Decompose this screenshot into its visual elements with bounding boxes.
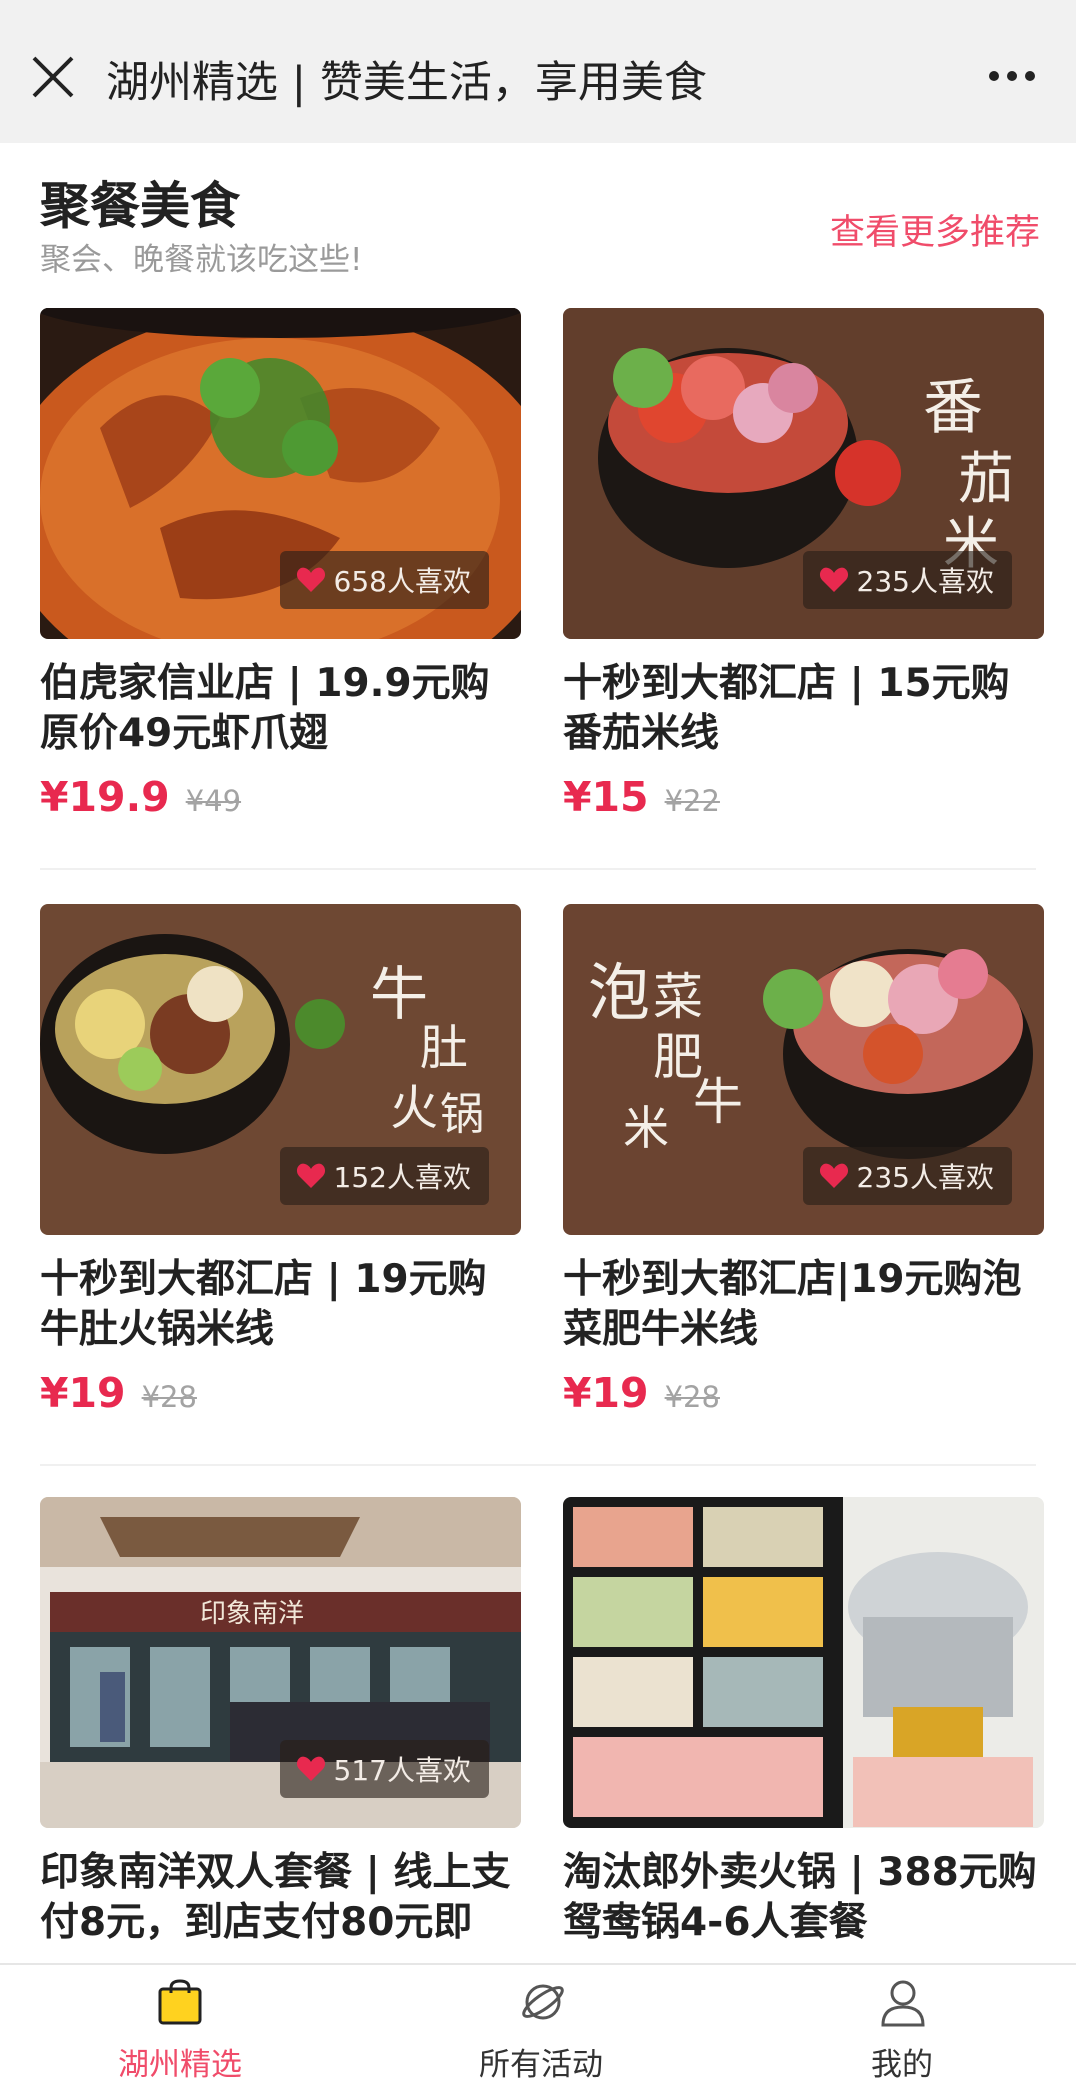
deal-image-tripe-noodle[interactable]: 牛 肚 火 锅 152人喜欢 bbox=[40, 904, 521, 1235]
deal-price: ¥19 bbox=[40, 1369, 126, 1417]
top-nav-bar: 湖州精选 | 赞美生活，享用美食 bbox=[0, 0, 1076, 143]
planet-icon bbox=[522, 1984, 564, 2020]
likes-count: 235人喜欢 bbox=[856, 565, 994, 598]
row-divider bbox=[40, 868, 1036, 870]
user-icon bbox=[881, 1980, 925, 2027]
likes-badge: 235人喜欢 bbox=[802, 551, 1012, 609]
bottom-tab-bar: 湖州精选 所有活动 我的 bbox=[0, 1963, 1076, 2089]
row-divider bbox=[40, 1464, 1036, 1466]
deal-card[interactable]: 番 茄 米 235人喜欢 十秒到大都汇店 | 15元购番茄米线 ¥15 ¥22 bbox=[563, 308, 1044, 821]
svg-text:锅: 锅 bbox=[440, 1089, 484, 1140]
deal-card[interactable]: 泡 菜 肥 米 牛 235人喜欢 十秒到大都汇店|19元购泡菜肥牛米线 ¥19 … bbox=[563, 904, 1044, 1417]
deal-title[interactable]: 淘汰郎外卖火锅 | 388元购鸳鸯锅4-6人套餐 bbox=[563, 1848, 1044, 1948]
original-price: ¥22 bbox=[664, 784, 720, 818]
svg-text:牛: 牛 bbox=[370, 960, 428, 1028]
likes-badge: 235人喜欢 bbox=[802, 1147, 1012, 1205]
likes-badge: 658人喜欢 bbox=[279, 551, 489, 609]
likes-badge: 152人喜欢 bbox=[279, 1147, 489, 1205]
deal-title[interactable]: 十秒到大都汇店 | 15元购番茄米线 bbox=[563, 659, 1044, 759]
deal-card[interactable]: 淘汰郎外卖火锅 | 388元购鸳鸯锅4-6人套餐 bbox=[563, 1497, 1044, 1948]
deal-image-braised-wings[interactable]: 658人喜欢 bbox=[40, 308, 521, 639]
close-icon[interactable] bbox=[28, 52, 78, 102]
svg-text:茄: 茄 bbox=[958, 447, 1014, 512]
deal-card[interactable]: 印象南洋 517人喜欢 印象南洋双人套餐 | 线上支付8元，到店支付80元即可.… bbox=[40, 1497, 521, 1948]
heart-icon bbox=[819, 1163, 848, 1188]
svg-text:肚: 肚 bbox=[420, 1020, 468, 1076]
likes-count: 658人喜欢 bbox=[333, 565, 471, 598]
deal-price: ¥19 bbox=[563, 1369, 649, 1417]
deal-card[interactable]: 658人喜欢 伯虎家信业店 | 19.9元购原价49元虾爪翅 ¥19.9 ¥49 bbox=[40, 308, 521, 821]
original-price: ¥28 bbox=[664, 1380, 720, 1414]
svg-text:菜: 菜 bbox=[653, 968, 703, 1026]
tab-all-activities[interactable]: 所有活动 bbox=[441, 1965, 641, 2089]
svg-text:牛: 牛 bbox=[693, 1073, 743, 1131]
deal-image-kimchi-beef-noodle[interactable]: 泡 菜 肥 米 牛 235人喜欢 bbox=[563, 904, 1044, 1235]
original-price: ¥49 bbox=[185, 784, 242, 818]
svg-text:印象南洋: 印象南洋 bbox=[200, 1599, 304, 1629]
deal-price: ¥19.9 bbox=[40, 773, 170, 821]
tab-label: 所有活动 bbox=[479, 2047, 603, 2083]
deal-image-restaurant-front[interactable]: 印象南洋 517人喜欢 bbox=[40, 1497, 521, 1828]
likes-count: 235人喜欢 bbox=[856, 1161, 994, 1194]
deal-image-tomato-noodle[interactable]: 番 茄 米 235人喜欢 bbox=[563, 308, 1044, 639]
heart-icon bbox=[296, 1163, 325, 1188]
deal-title[interactable]: 伯虎家信业店 | 19.9元购原价49元虾爪翅 bbox=[40, 659, 521, 759]
deal-title[interactable]: 十秒到大都汇店|19元购泡菜肥牛米线 bbox=[563, 1255, 1044, 1355]
view-more-link[interactable]: 查看更多推荐 bbox=[830, 204, 1040, 255]
svg-text:米: 米 bbox=[623, 1101, 669, 1155]
section-subtitle: 聚会、晚餐就该吃这些! bbox=[40, 242, 363, 278]
tab-label: 我的 bbox=[871, 2047, 933, 2083]
more-dots-icon[interactable] bbox=[986, 58, 1038, 94]
deal-title[interactable]: 十秒到大都汇店 | 19元购牛肚火锅米线 bbox=[40, 1255, 521, 1355]
deal-title[interactable]: 印象南洋双人套餐 | 线上支付8元，到店支付80元即可.. bbox=[40, 1848, 521, 1948]
svg-text:泡: 泡 bbox=[588, 956, 650, 1029]
heart-icon bbox=[296, 1756, 325, 1781]
tab-huzhou-picks[interactable]: 湖州精选 bbox=[80, 1965, 280, 2089]
deal-image-hotpot-set[interactable] bbox=[563, 1497, 1044, 1828]
likes-badge: 517人喜欢 bbox=[279, 1740, 489, 1798]
page-title: 湖州精选 | 赞美生活，享用美食 bbox=[106, 58, 707, 108]
likes-count: 517人喜欢 bbox=[333, 1754, 471, 1787]
shopping-bag-icon bbox=[158, 1979, 202, 2025]
original-price: ¥28 bbox=[141, 1380, 197, 1414]
heart-icon bbox=[296, 567, 325, 592]
svg-text:番: 番 bbox=[923, 373, 983, 443]
svg-text:火: 火 bbox=[390, 1080, 438, 1136]
tab-label: 湖州精选 bbox=[118, 2047, 242, 2083]
heart-icon bbox=[819, 567, 848, 592]
section-title: 聚餐美食 bbox=[40, 177, 240, 235]
deal-price: ¥15 bbox=[563, 773, 649, 821]
tab-mine[interactable]: 我的 bbox=[802, 1965, 1002, 2089]
deal-card[interactable]: 牛 肚 火 锅 152人喜欢 十秒到大都汇店 | 19元购牛肚火锅米线 ¥19 … bbox=[40, 904, 521, 1417]
likes-count: 152人喜欢 bbox=[333, 1161, 471, 1194]
